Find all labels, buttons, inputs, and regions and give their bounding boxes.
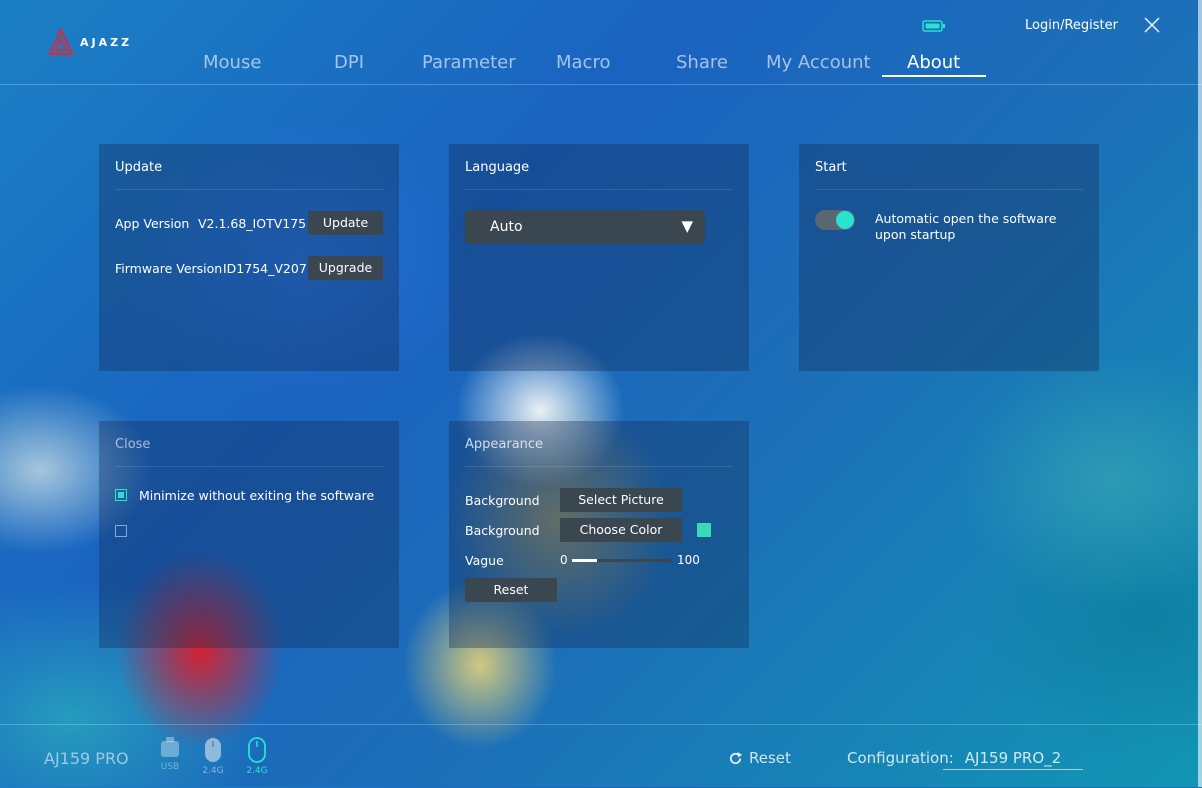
tab-mouse[interactable]: Mouse xyxy=(203,52,261,73)
device-2-4g-b[interactable]: 2.4G xyxy=(244,737,270,776)
auto-open-label: Automatic open the software upon startup xyxy=(875,211,1057,242)
device-2-4g-a[interactable]: 2.4G xyxy=(200,737,226,776)
mouse-icon xyxy=(205,738,221,762)
appearance-reset-button[interactable]: Reset xyxy=(465,578,557,602)
mouse-icon xyxy=(248,737,266,763)
appearance-title: Appearance xyxy=(465,437,544,452)
app-version-label: App Version xyxy=(115,216,190,231)
vague-slider[interactable] xyxy=(572,559,672,562)
vague-min-label: 0 xyxy=(560,553,568,567)
top-bar: AJAZZ Mouse DPI Parameter Macro Share My… xyxy=(0,0,1202,85)
wired-mouse-icon xyxy=(161,737,179,757)
update-button[interactable]: Update xyxy=(308,211,383,235)
active-tab-indicator xyxy=(882,75,986,77)
bottom-bar: AJ159 PRO USB 2.4G 2.4G Reset Configurat… xyxy=(0,724,1202,788)
language-selected-value: Auto xyxy=(490,219,523,235)
device-usb-label: USB xyxy=(160,762,180,772)
language-select[interactable]: Auto ▼ xyxy=(465,210,705,244)
divider xyxy=(815,189,1083,190)
close-icon[interactable] xyxy=(1143,16,1161,34)
update-title: Update xyxy=(115,160,163,175)
background-picture-label: Background xyxy=(465,493,540,508)
configuration-select[interactable]: AJ159 PRO_2 xyxy=(943,749,1083,770)
divider xyxy=(115,466,383,467)
start-title: Start xyxy=(815,160,847,175)
login-register-link[interactable]: Login/Register xyxy=(1025,18,1118,33)
update-panel: Update App Version V2.1.68_IOTV175 Updat… xyxy=(99,144,399,371)
toggle-knob xyxy=(836,211,854,229)
ajazz-logo-icon xyxy=(48,28,74,56)
choose-color-button[interactable]: Choose Color xyxy=(560,518,682,542)
appearance-panel: Appearance Background Select Picture Bac… xyxy=(449,421,749,648)
tab-parameter[interactable]: Parameter xyxy=(422,52,516,73)
device-usb[interactable]: USB xyxy=(156,737,184,772)
brand-logo: AJAZZ xyxy=(48,28,132,56)
minimize-checkbox[interactable] xyxy=(115,489,127,501)
tab-dpi[interactable]: DPI xyxy=(334,52,364,73)
reset-label: Reset xyxy=(749,749,791,767)
battery-icon xyxy=(922,20,945,32)
tab-macro[interactable]: Macro xyxy=(556,52,610,73)
language-title: Language xyxy=(465,160,530,175)
minimize-label: Minimize without exiting the software xyxy=(139,488,375,503)
dropdown-arrow-icon: ▼ xyxy=(681,217,693,235)
tab-my-account[interactable]: My Account xyxy=(766,52,871,73)
reset-config-button[interactable]: Reset xyxy=(728,749,791,767)
device-2-4g-a-label: 2.4G xyxy=(202,766,224,776)
refresh-icon xyxy=(729,751,743,764)
vague-label: Vague xyxy=(465,553,504,568)
window-edge xyxy=(1198,0,1202,787)
firmware-version-label: Firmware Version xyxy=(115,261,223,276)
vague-slider-fill xyxy=(572,559,597,562)
tab-about[interactable]: About xyxy=(907,52,960,73)
divider xyxy=(115,189,383,190)
device-2-4g-b-label: 2.4G xyxy=(246,766,268,776)
divider xyxy=(465,466,733,467)
close-title: Close xyxy=(115,437,151,452)
color-swatch[interactable] xyxy=(697,523,711,537)
firmware-version-value: ID1754_V207 xyxy=(223,261,307,276)
configuration-label: Configuration: xyxy=(847,749,954,767)
tab-share[interactable]: Share xyxy=(676,52,728,73)
language-panel: Language Auto ▼ xyxy=(449,144,749,371)
auto-open-toggle[interactable] xyxy=(815,210,855,230)
exit-checkbox[interactable] xyxy=(115,525,127,537)
upgrade-button[interactable]: Upgrade xyxy=(308,256,383,280)
divider xyxy=(465,189,733,190)
brand-name: AJAZZ xyxy=(80,35,133,49)
device-name: AJ159 PRO xyxy=(44,749,129,768)
select-picture-button[interactable]: Select Picture xyxy=(560,488,682,512)
close-panel: Close Minimize without exiting the softw… xyxy=(99,421,399,648)
background-color-label: Background xyxy=(465,523,540,538)
app-version-value: V2.1.68_IOTV175 xyxy=(198,216,307,231)
start-panel: Start Automatic open the software upon s… xyxy=(799,144,1099,371)
vague-max-label: 100 xyxy=(677,553,700,567)
